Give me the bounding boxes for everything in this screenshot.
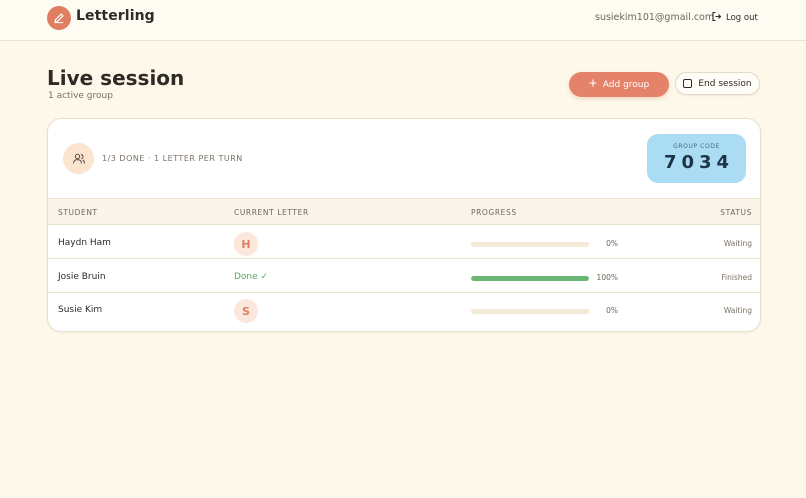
add-group-label: Add group	[602, 79, 650, 90]
progress-percent: 0%	[606, 306, 618, 315]
header-status: STATUS	[720, 208, 752, 217]
page-subtitle: 1 active group	[48, 91, 113, 101]
add-group-button[interactable]: Add group	[569, 72, 669, 97]
header-student: STUDENT	[58, 208, 98, 217]
header-current-letter: CURRENT LETTER	[234, 208, 309, 217]
table-row: Haydn Ham H 0% Waiting	[48, 229, 760, 259]
progress-percent: 0%	[606, 239, 618, 248]
current-letter: H	[234, 232, 258, 256]
progress-bar	[471, 276, 589, 281]
top-bar: Letterling susiekim101@gmail.com Log out	[0, 0, 806, 41]
current-letter: S	[234, 299, 258, 323]
group-code-label: GROUP CODE	[673, 143, 720, 150]
end-session-button[interactable]: End session	[675, 72, 760, 95]
page-title: Live session	[47, 66, 185, 90]
progress-bar	[471, 242, 589, 247]
status-text: Finished	[721, 273, 752, 282]
user-email: susiekim101@gmail.com	[595, 12, 715, 23]
users-icon	[63, 143, 94, 174]
logout-icon	[711, 11, 722, 25]
group-code-box: GROUP CODE 7034	[647, 134, 746, 183]
stop-icon	[683, 79, 693, 88]
done-label: Done ✓	[234, 272, 269, 282]
student-name: Susie Kim	[58, 305, 103, 315]
group-code: 7034	[663, 152, 735, 173]
progress-percent: 100%	[596, 273, 618, 282]
progress-bar	[471, 309, 589, 314]
brand-name[interactable]: Letterling	[76, 8, 155, 24]
student-name: Josie Bruin	[58, 272, 106, 282]
logout-label: Log out	[726, 13, 758, 23]
header-progress: PROGRESS	[471, 208, 517, 217]
progress-fill	[471, 276, 589, 281]
plus-icon	[589, 79, 597, 90]
table-row: Susie Kim S 0% Waiting	[48, 296, 760, 326]
table-row: Josie Bruin Done ✓ 100% Finished	[48, 263, 760, 293]
pencil-icon[interactable]	[47, 6, 71, 30]
group-status: 1/3 DONE · 1 LETTER PER TURN	[102, 154, 243, 163]
status-text: Waiting	[723, 239, 752, 248]
table-header: STUDENT CURRENT LETTER PROGRESS STATUS	[48, 198, 760, 225]
status-text: Waiting	[723, 306, 752, 315]
end-session-label: End session	[698, 78, 752, 89]
logout-button[interactable]: Log out	[711, 10, 758, 26]
student-name: Haydn Ham	[58, 238, 111, 248]
group-card: 1/3 DONE · 1 LETTER PER TURN GROUP CODE …	[47, 118, 761, 332]
